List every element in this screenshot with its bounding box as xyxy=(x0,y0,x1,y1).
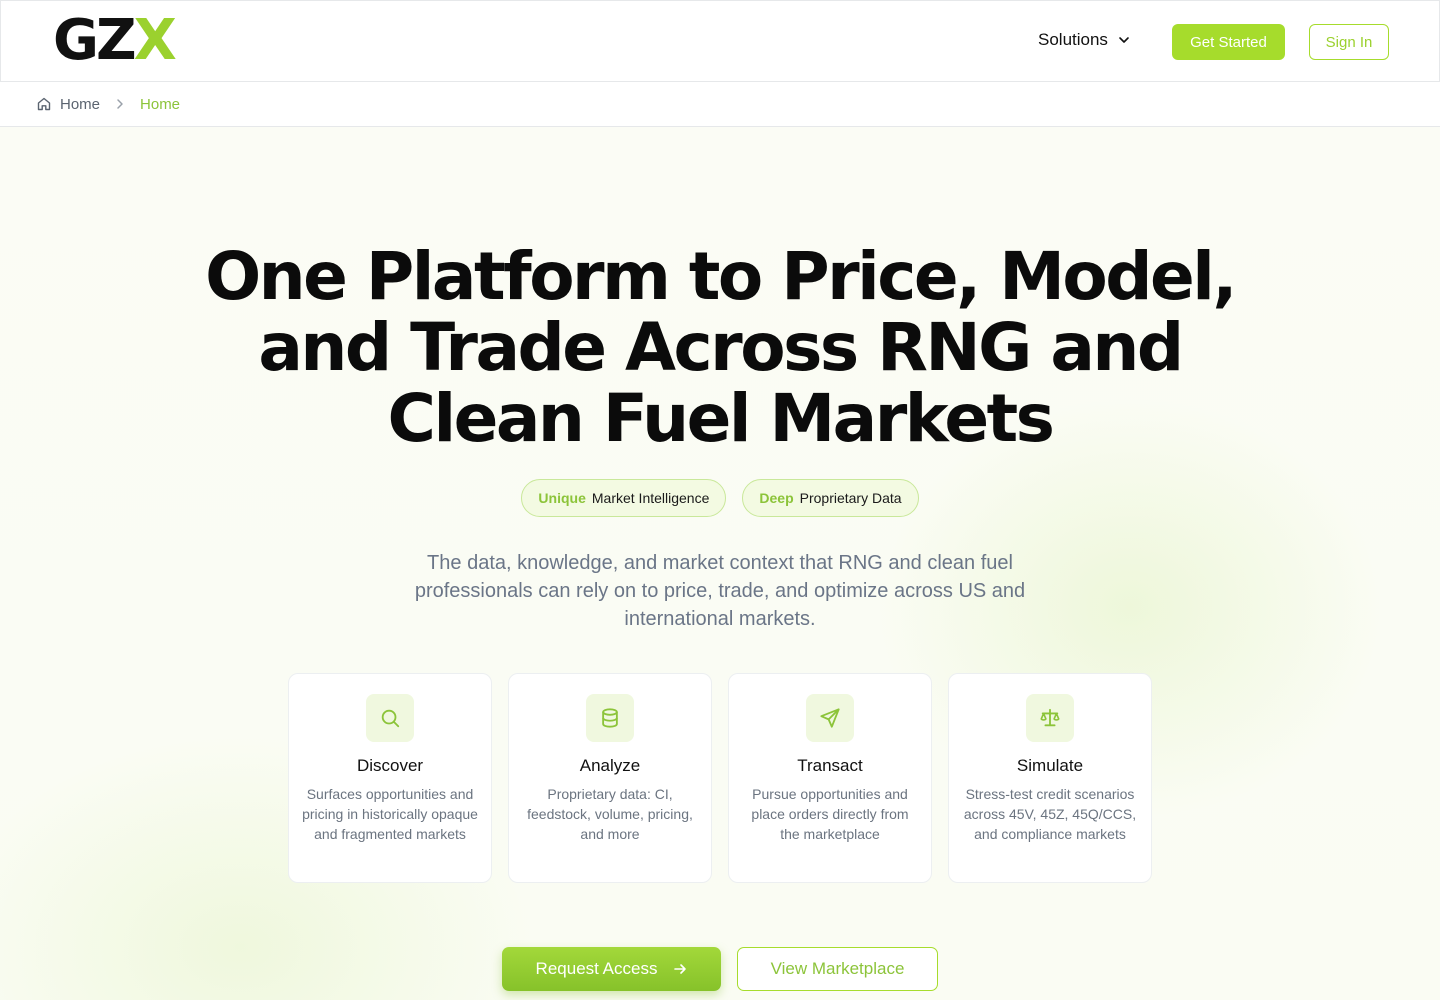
feature-card-simulate: Simulate Stress-test credit scenarios ac… xyxy=(948,673,1152,883)
card-description: Surfaces opportunities and pricing in hi… xyxy=(302,786,478,842)
database-icon xyxy=(586,694,634,742)
get-started-button[interactable]: Get Started xyxy=(1172,24,1285,60)
hero-title: One Platform to Price, Model, and Trade … xyxy=(170,241,1270,454)
pill-accent: Deep xyxy=(759,490,794,506)
pill-text: Market Intelligence xyxy=(591,490,710,506)
pill-market-intelligence: Unique Market Intelligence xyxy=(521,479,727,517)
hero-title-line: One Platform to Price, Model, xyxy=(205,238,1237,315)
card-description: Proprietary data: CI, feedstock, volume,… xyxy=(527,786,693,842)
send-icon xyxy=(806,694,854,742)
solutions-menu[interactable]: Solutions xyxy=(1038,30,1130,50)
home-icon xyxy=(37,97,51,111)
pill-proprietary-data: Deep Proprietary Data xyxy=(742,479,919,517)
hero-title-line: Clean Fuel Markets xyxy=(387,380,1055,457)
breadcrumb-home[interactable]: Home xyxy=(36,96,100,113)
hero-subtitle: The data, knowledge, and market context … xyxy=(414,552,1026,630)
hero-section: One Platform to Price, Model, and Trade … xyxy=(0,127,1440,1000)
feature-pills: Unique Market Intelligence Deep Propriet… xyxy=(0,479,1440,517)
scale-icon xyxy=(1026,694,1074,742)
breadcrumb-home-label: Home xyxy=(60,95,101,113)
request-access-label: Request Access xyxy=(535,959,658,978)
request-access-button[interactable]: Request Access xyxy=(502,947,721,991)
feature-card-transact: Transact Pursue opportunities and place … xyxy=(728,673,932,883)
logo-accent: X xyxy=(133,8,177,73)
feature-card-discover: Discover Surfaces opportunities and pric… xyxy=(288,673,492,883)
card-title: Transact xyxy=(797,756,863,775)
breadcrumb: Home Home xyxy=(0,82,1440,127)
search-icon xyxy=(366,694,414,742)
site-header: GZX Solutions Get Started Sign In xyxy=(0,0,1440,82)
feature-card-analyze: Analyze Proprietary data: CI, feedstock,… xyxy=(508,673,712,883)
breadcrumb-current[interactable]: Home xyxy=(140,96,180,113)
chevron-right-icon xyxy=(117,99,123,109)
pill-accent: Unique xyxy=(538,490,586,506)
arrow-right-icon xyxy=(674,964,687,974)
sign-in-button[interactable]: Sign In xyxy=(1309,24,1389,60)
card-title: Discover xyxy=(356,756,424,775)
chevron-down-icon xyxy=(1119,37,1129,43)
solutions-label: Solutions xyxy=(1038,30,1108,49)
feature-cards: Discover Surfaces opportunities and pric… xyxy=(288,673,1152,883)
logo[interactable]: GZX xyxy=(53,13,177,69)
pill-text: Proprietary Data xyxy=(799,490,902,506)
card-description: Stress-test credit scenarios across 45V,… xyxy=(963,786,1137,842)
logo-main: GZ xyxy=(53,8,137,73)
hero-title-line: and Trade Across RNG and xyxy=(258,309,1184,386)
card-description: Pursue opportunities and place orders di… xyxy=(751,786,909,842)
card-title: Simulate xyxy=(1016,756,1084,775)
card-title: Analyze xyxy=(579,756,641,775)
view-marketplace-button[interactable]: View Marketplace xyxy=(737,947,938,991)
